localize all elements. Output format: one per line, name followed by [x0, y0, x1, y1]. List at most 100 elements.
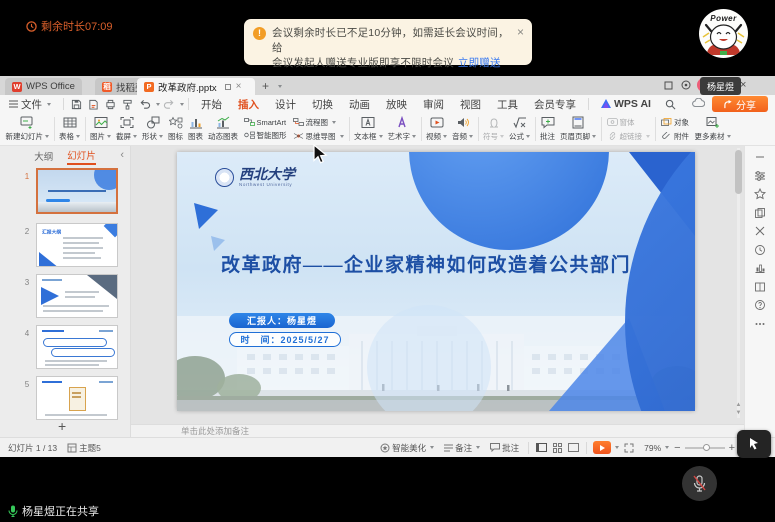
slide-thumbnail-3[interactable]	[36, 274, 118, 318]
print-icon[interactable]	[105, 99, 116, 110]
gift-now-link[interactable]: 立即赠送	[458, 57, 501, 69]
menu-design[interactable]: 设计	[267, 97, 304, 112]
presenter-pill[interactable]: 汇报人：杨星煜	[229, 313, 335, 328]
user-camera-avatar[interactable]: Power	[699, 9, 748, 58]
menu-member[interactable]: 会员专享	[526, 97, 584, 112]
menu-insert[interactable]: 插入	[230, 97, 267, 112]
cloud-sync-icon[interactable]	[692, 98, 705, 108]
ribbon-textbox[interactable]: 文本框	[352, 114, 386, 144]
ribbon-shapes[interactable]: 形状	[140, 114, 166, 144]
ribbon-table[interactable]: 表格	[57, 114, 83, 144]
ribbon-comment[interactable]: 批注	[538, 114, 558, 144]
ribbon-mindmap[interactable]: 思维导图	[293, 131, 344, 142]
export-pdf-icon[interactable]	[88, 99, 99, 110]
ribbon-formula[interactable]: 公式	[507, 114, 533, 144]
reading-view-icon[interactable]	[568, 443, 579, 452]
save-icon[interactable]	[71, 99, 82, 110]
zoom-slider[interactable]	[685, 447, 725, 449]
undo-dropdown-icon[interactable]	[156, 103, 160, 106]
cut-icon[interactable]	[754, 225, 766, 237]
menu-slideshow[interactable]: 放映	[378, 97, 415, 112]
menu-tools[interactable]: 工具	[489, 97, 526, 112]
menu-view[interactable]: 视图	[452, 97, 489, 112]
quickbar-more-icon[interactable]	[180, 103, 184, 106]
slide-canvas[interactable]: 改革政府——企业家精神如何改造着公共部门 西北大学 Northwest	[131, 146, 744, 424]
layout-pane-icon[interactable]	[754, 281, 766, 293]
format-painter-icon[interactable]	[122, 99, 133, 110]
zoom-out-icon[interactable]: −	[674, 442, 680, 454]
ribbon-smartart[interactable]: SmartArt	[244, 118, 287, 127]
pin-tab-icon[interactable]	[224, 83, 232, 91]
sorter-view-icon[interactable]	[553, 443, 562, 453]
more-tools-icon[interactable]	[754, 318, 766, 330]
tab-wps-office[interactable]: W WPS Office	[5, 78, 82, 95]
paste-special-icon[interactable]	[754, 207, 766, 219]
close-tab-icon[interactable]: ×	[236, 81, 242, 92]
zoom-in-icon[interactable]: +	[729, 442, 735, 454]
beautify-button[interactable]: 智能美化	[380, 442, 434, 454]
slide-title[interactable]: 改革政府——企业家精神如何改造着公共部门	[221, 250, 631, 277]
annotation-tool-button[interactable]	[737, 430, 771, 458]
comment-button[interactable]: 批注	[490, 442, 519, 454]
slideshow-play-button[interactable]	[593, 441, 611, 454]
new-tab-button[interactable]: +	[262, 79, 269, 93]
ribbon-smart-diagram[interactable]: 智能图形	[244, 130, 287, 141]
theme-button[interactable]: 主题5	[67, 442, 101, 454]
collapse-panel-icon[interactable]: ‹	[120, 149, 124, 161]
slide-thumbnail-2[interactable]: 汇报大纲	[36, 223, 118, 267]
add-slide-button[interactable]: +	[58, 418, 66, 434]
menu-home[interactable]: 开始	[193, 97, 230, 112]
slide-thumbnail-5[interactable]	[36, 376, 118, 420]
favorites-icon[interactable]	[754, 188, 766, 200]
scroll-down-icon[interactable]: ▼	[735, 410, 742, 416]
menu-review[interactable]: 审阅	[415, 97, 452, 112]
restore-window-icon[interactable]	[664, 81, 673, 90]
fit-window-icon[interactable]	[624, 443, 634, 453]
notice-close-icon[interactable]: ×	[517, 26, 524, 65]
scroll-up-icon[interactable]: ▲	[735, 402, 742, 408]
tab-presentation-file[interactable]: P 改革政府.pptx ×	[137, 78, 255, 95]
ribbon-header-footer[interactable]: 页眉页脚	[558, 114, 599, 144]
menu-animation[interactable]: 动画	[341, 97, 378, 112]
ribbon-dynamic-chart[interactable]: 动态图表	[206, 114, 241, 144]
file-menu[interactable]: 文件	[0, 97, 59, 112]
ribbon-picture[interactable]: 图片	[88, 114, 114, 144]
skin-settings-icon[interactable]	[681, 80, 691, 90]
notes-pane[interactable]: 单击此处添加备注	[131, 424, 744, 437]
ribbon-screenshot[interactable]: 截屏	[114, 114, 140, 144]
slide-editor[interactable]: 改革政府——企业家精神如何改造着公共部门 西北大学 Northwest	[177, 152, 695, 411]
search-icon[interactable]	[665, 99, 676, 110]
tab-outline[interactable]: 大纲	[34, 149, 53, 163]
ribbon-video[interactable]: 视频	[424, 114, 450, 144]
ribbon-icon-library[interactable]: 图标	[166, 114, 186, 144]
play-options-icon[interactable]	[615, 446, 619, 449]
ribbon-audio[interactable]: 音频	[450, 114, 476, 144]
slide-thumbnail-1[interactable]	[36, 168, 118, 214]
ribbon-new-slide[interactable]: 新建幻灯片	[3, 114, 52, 144]
collapse-rail-icon[interactable]	[754, 151, 766, 163]
ribbon-chart[interactable]: 图表	[186, 114, 206, 144]
ribbon-attachment[interactable]: 附件	[661, 131, 689, 142]
ribbon-more-material[interactable]: 更多素材	[692, 114, 733, 144]
history-version-icon[interactable]	[754, 244, 766, 256]
canvas-scrollbar[interactable]: ▲ ▼	[735, 148, 742, 418]
normal-view-icon[interactable]	[536, 443, 547, 452]
menu-wps-ai[interactable]: WPS AI	[593, 98, 659, 110]
chart-helper-icon[interactable]	[754, 262, 766, 274]
menu-transition[interactable]: 切换	[304, 97, 341, 112]
help-icon[interactable]	[754, 299, 766, 311]
tab-list-chevron-icon[interactable]	[278, 85, 282, 88]
zoom-level[interactable]: 79%	[644, 443, 669, 453]
ribbon-object[interactable]: 对象	[661, 117, 689, 128]
properties-icon[interactable]	[754, 170, 766, 182]
slide-thumbnail-4[interactable]	[36, 325, 118, 369]
mic-muted-button[interactable]	[682, 466, 717, 501]
date-pill[interactable]: 时 间：2025/5/27	[229, 332, 341, 347]
scrollbar-thumb[interactable]	[735, 150, 742, 194]
share-button[interactable]: 分享	[712, 96, 768, 112]
notes-button[interactable]: 备注	[444, 442, 480, 454]
ribbon-wordart[interactable]: 艺术字	[385, 114, 419, 144]
tab-slides[interactable]: 幻灯片	[67, 148, 96, 165]
zoom-slider-thumb[interactable]	[703, 444, 710, 451]
undo-icon[interactable]	[139, 99, 151, 110]
